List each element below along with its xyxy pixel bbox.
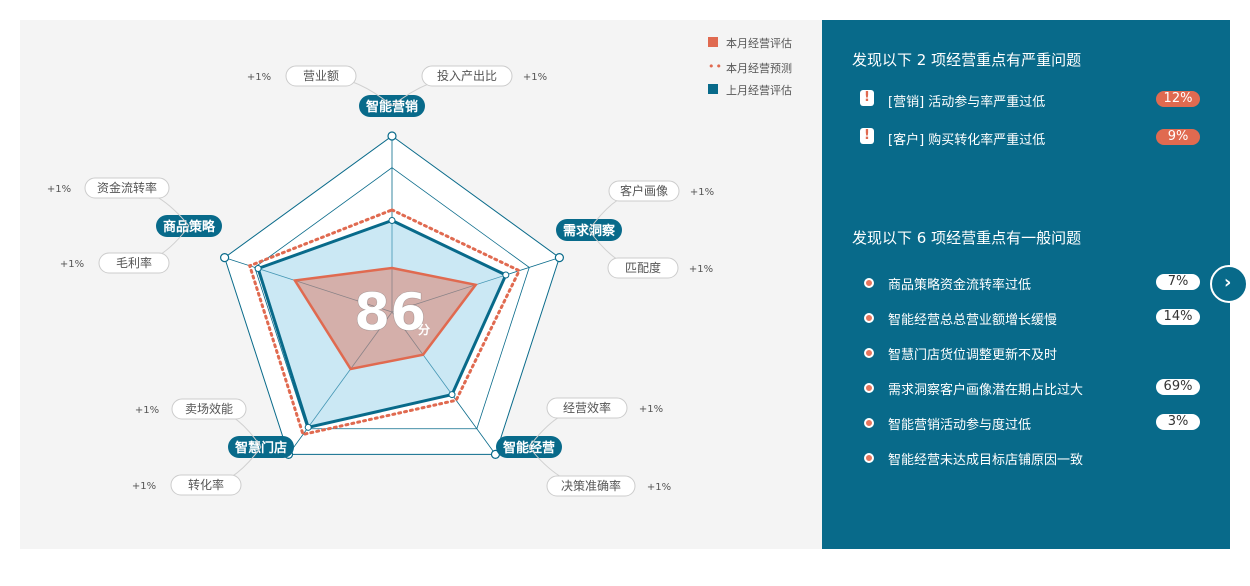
axis-label-3: 智慧门店: [235, 440, 287, 456]
dot-icon: [864, 278, 874, 288]
series-last-point: [388, 216, 396, 224]
radar-chart: 86分智能营销需求洞察智能经营智慧门店商品策略营业额+1% 投入产出比 +1%客户画…: [47, 65, 714, 497]
general-issue-row[interactable]: 智能经营未达成目标店铺原因一致: [852, 447, 1200, 468]
general-issues-title: 发现以下 6 项经营重点有一般问题: [852, 229, 1082, 247]
sub-item-label: 匹配度: [625, 260, 661, 275]
legend-swatch-last: [708, 84, 718, 94]
sub-item-label: 决策准确率: [561, 478, 621, 493]
issue-text: 智能经营未达成目标店铺原因一致: [888, 453, 1084, 468]
sub-item-delta: +1%: [47, 184, 71, 195]
dot-icon: [864, 453, 874, 463]
legend-label-current: 本月经营评估: [726, 37, 792, 50]
severe-issue-row[interactable]: ! [客户] 购买转化率严重过低 9%: [852, 127, 1200, 148]
chevron-right-icon: ›: [1224, 272, 1232, 293]
issue-badge: 12%: [1156, 91, 1200, 107]
issues-panel: 发现以下 2 项经营重点有严重问题 ! [营销] 活动参与率严重过低 12% !…: [822, 20, 1230, 549]
next-page-button[interactable]: ›: [1210, 265, 1248, 303]
issue-badge: 7%: [1156, 274, 1200, 290]
dot-icon: [864, 313, 874, 323]
axis-label-4: 商品策略: [163, 219, 216, 235]
issue-text: 智能营销活动参与度过低: [888, 418, 1032, 433]
general-issue-row[interactable]: 商品策略资金流转率过低 7%: [852, 272, 1200, 293]
issue-text: [营销] 活动参与率严重过低: [888, 95, 1046, 110]
sub-item-delta: +1%: [689, 264, 713, 275]
axis-label-0: 智能营销: [366, 99, 418, 115]
radar-chart-panel: 86 分智能营销 需求洞察 智能经营 智慧门店 商品策略 营业额 +1% 投入产出比 +1% 客户画…: [20, 20, 822, 549]
legend-label-last: 上月经营评估: [726, 84, 792, 97]
radar-vertex-point: [387, 131, 397, 141]
sub-item-delta: +1%: [690, 187, 714, 198]
sub-item-label: 资金流转率: [97, 180, 157, 195]
series-last-point: [254, 264, 262, 272]
sub-item-delta: +1%: [135, 405, 159, 416]
severe-issue-row[interactable]: ! [营销] 活动参与率严重过低 12%: [852, 89, 1200, 110]
issue-badge: 3%: [1156, 414, 1200, 430]
issue-badge: 69%: [1156, 379, 1200, 395]
dot-icon: [864, 383, 874, 393]
series-last-point: [304, 423, 312, 431]
issue-text: 智能经营总总营业额增长缓慢: [888, 313, 1058, 328]
sub-item-label: 客户画像: [620, 183, 668, 198]
issue-badge: 9%: [1156, 129, 1200, 145]
sub-item-delta: +1%: [247, 72, 271, 83]
series-last-point: [448, 391, 456, 399]
legend-label-forecast: 本月经营预测: [726, 62, 792, 75]
exclamation-icon: !: [860, 90, 874, 106]
issue-badge: 14%: [1156, 309, 1200, 325]
sub-item-delta: +1%: [647, 482, 671, 493]
general-issue-row[interactable]: 需求洞察客户画像潜在期占比过大 69%: [852, 377, 1200, 398]
sub-item-label: 经营效率: [563, 400, 611, 415]
score-unit: 分: [418, 322, 430, 337]
sub-item-delta: +1%: [60, 259, 84, 270]
dot-icon: [864, 348, 874, 358]
series-last-point: [502, 271, 510, 279]
general-issue-row[interactable]: 智能营销活动参与度过低 3%: [852, 412, 1200, 433]
issue-text: [客户] 购买转化率严重过低: [888, 133, 1046, 148]
axis-label-2: 智能经营: [503, 440, 555, 456]
sub-item-label: 卖场效能: [185, 401, 233, 416]
sub-item-label: 毛利率: [116, 255, 152, 270]
sub-item-label: 投入产出比: [437, 68, 497, 83]
exclamation-icon: !: [860, 128, 874, 144]
general-issue-row[interactable]: 智能经营总总营业额增长缓慢 14%: [852, 307, 1200, 328]
radar-vertex-point: [554, 253, 564, 263]
radar-vertex-point: [220, 253, 230, 263]
score-value: 86: [354, 283, 426, 343]
sub-item-label: 营业额: [303, 69, 339, 83]
legend-swatch-current: [708, 37, 718, 47]
sub-item-delta: +1%: [639, 404, 663, 415]
issue-text: 智慧门店货位调整更新不及时: [888, 348, 1058, 363]
severe-issues-title: 发现以下 2 项经营重点有严重问题: [852, 51, 1082, 69]
general-issue-row[interactable]: 智慧门店货位调整更新不及时: [852, 342, 1200, 363]
dot-icon: [864, 418, 874, 428]
sub-item-delta: +1%: [132, 481, 156, 492]
sub-item-label: 转化率: [188, 477, 224, 492]
issue-text: 商品策略资金流转率过低: [888, 278, 1032, 293]
issue-text: 需求洞察客户画像潜在期占比过大: [888, 383, 1084, 398]
legend-dots-icon: ••: [708, 60, 723, 73]
sub-item-delta: +1%: [523, 72, 547, 83]
